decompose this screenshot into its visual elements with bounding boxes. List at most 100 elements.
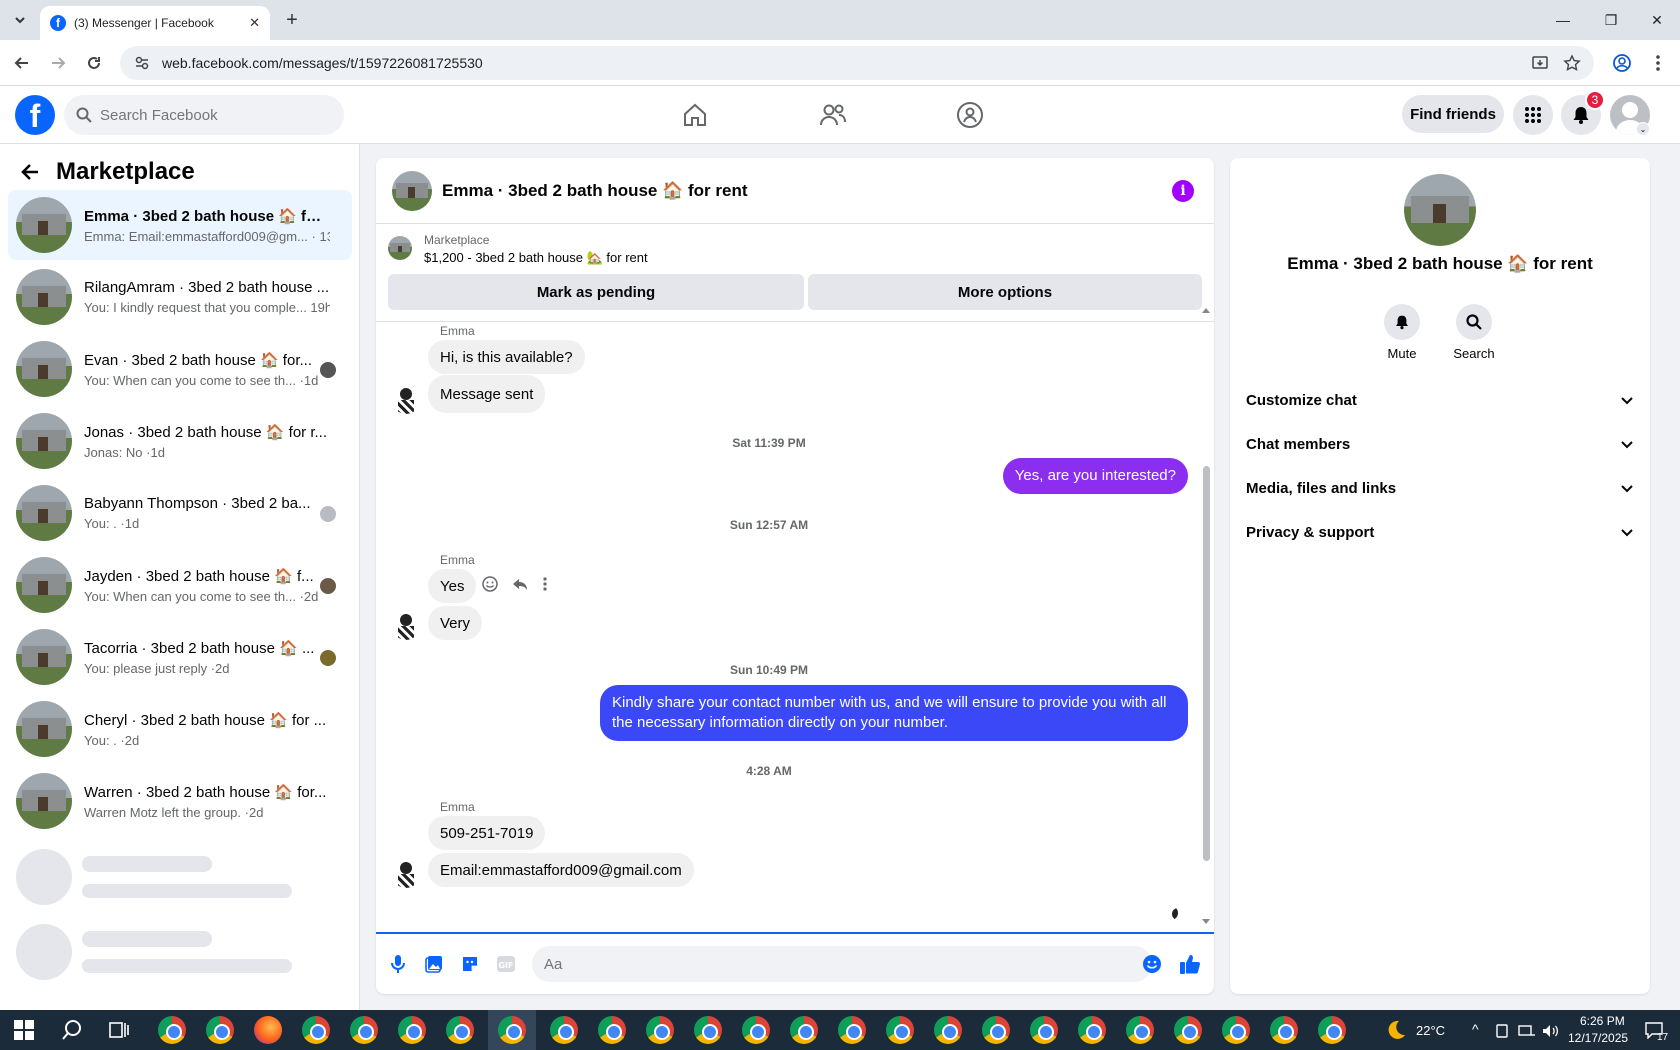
mute-button[interactable]: Mute — [1372, 304, 1432, 361]
chrome-taskbar-icon[interactable] — [1126, 1016, 1154, 1044]
info-icon[interactable]: i — [1172, 180, 1194, 202]
chrome-taskbar-icon[interactable] — [982, 1016, 1010, 1044]
conversation-item[interactable]: RilangAmram · 3bed 2 bath house ... You:… — [8, 262, 352, 332]
message-bubble-incoming[interactable]: Hi, is this available? — [428, 340, 585, 374]
message-bubble-incoming[interactable]: Email:emmastafford009@gmail.com — [428, 853, 694, 887]
search-conversation-button[interactable]: Search — [1444, 304, 1504, 361]
search-input[interactable] — [100, 106, 320, 124]
chrome-taskbar-icon[interactable] — [742, 1016, 770, 1044]
chrome-taskbar-icon[interactable] — [646, 1016, 674, 1044]
conversation-item[interactable]: Babyann Thompson · 3bed 2 ba... You: . ·… — [8, 478, 352, 548]
browser-tab-messenger[interactable]: f (3) Messenger | Facebook ✕ — [40, 6, 270, 40]
browser-menu-icon[interactable] — [1646, 51, 1670, 75]
windows-start-icon[interactable] — [14, 1020, 34, 1040]
conversation-item[interactable]: Emma · 3bed 2 bath house 🏠 for ... Emma:… — [8, 190, 352, 260]
attach-photo-icon[interactable] — [422, 952, 446, 976]
chrome-taskbar-icon[interactable] — [1078, 1016, 1106, 1044]
message-bubble-incoming[interactable]: Message sent — [428, 375, 546, 413]
conversation-item[interactable]: Warren · 3bed 2 bath house 🏠 for... Warr… — [8, 766, 352, 836]
weather-moon-icon[interactable] — [1384, 1018, 1408, 1042]
chat-members-section[interactable]: Chat members — [1246, 424, 1634, 464]
forward-button[interactable] — [46, 51, 70, 75]
chrome-taskbar-icon[interactable] — [790, 1016, 818, 1044]
message-scrollbar[interactable] — [1200, 306, 1212, 926]
chrome-taskbar-icon[interactable] — [1030, 1016, 1058, 1044]
react-emoji-icon[interactable] — [482, 576, 498, 592]
chat-title[interactable]: Emma · 3bed 2 bath house 🏠 for rent — [442, 181, 748, 201]
conversation-item[interactable]: Cheryl · 3bed 2 bath house 🏠 for ... You… — [8, 694, 352, 764]
chrome-taskbar-icon[interactable] — [206, 1016, 234, 1044]
chrome-taskbar-icon[interactable] — [934, 1016, 962, 1044]
chat-avatar[interactable] — [392, 170, 432, 211]
message-bubble-incoming[interactable]: Very — [428, 606, 483, 640]
install-app-icon[interactable] — [1528, 51, 1552, 75]
volume-icon[interactable] — [1542, 1024, 1560, 1038]
reload-button[interactable] — [82, 51, 106, 75]
site-info-icon[interactable] — [134, 55, 150, 71]
menu-button[interactable] — [1513, 95, 1553, 135]
more-vertical-icon[interactable] — [542, 576, 548, 592]
chrome-taskbar-icon[interactable] — [838, 1016, 866, 1044]
close-window-button[interactable]: ✕ — [1634, 0, 1680, 40]
chrome-taskbar-icon[interactable] — [350, 1016, 378, 1044]
chrome-taskbar-icon[interactable] — [446, 1016, 474, 1044]
facebook-search[interactable] — [64, 95, 344, 135]
groups-nav[interactable] — [950, 95, 990, 135]
friends-nav[interactable] — [813, 95, 853, 135]
message-bubble-outgoing[interactable]: Kindly share your contact number with us… — [600, 685, 1188, 741]
more-options-button[interactable]: More options — [808, 274, 1202, 310]
message-bubble-outgoing[interactable]: Yes, are you interested? — [1002, 458, 1188, 494]
task-view-icon[interactable] — [108, 1019, 130, 1041]
clock-time[interactable]: 6:26 PM — [1580, 1014, 1625, 1028]
chrome-taskbar-icon[interactable] — [1270, 1016, 1298, 1044]
new-tab-button[interactable]: + — [280, 8, 304, 32]
privacy-support-section[interactable]: Privacy & support — [1246, 512, 1634, 552]
chrome-taskbar-icon[interactable] — [158, 1016, 186, 1044]
chevron-down-icon[interactable]: ⌄ — [1636, 122, 1650, 136]
firefox-taskbar-icon[interactable] — [254, 1016, 282, 1044]
customize-chat-section[interactable]: Customize chat — [1246, 380, 1634, 420]
chrome-taskbar-icon[interactable] — [302, 1016, 330, 1044]
scrollbar-thumb[interactable] — [1203, 466, 1210, 861]
thumbs-up-icon[interactable] — [1178, 952, 1202, 976]
reply-icon[interactable] — [512, 576, 528, 592]
taskbar-search-icon[interactable] — [61, 1019, 83, 1041]
message-input[interactable] — [544, 955, 1064, 973]
message-input-box[interactable] — [532, 946, 1152, 982]
voice-clip-icon[interactable] — [386, 952, 410, 976]
minimize-button[interactable]: — — [1540, 0, 1586, 40]
media-files-links-section[interactable]: Media, files and links — [1246, 468, 1634, 508]
sticker-icon[interactable] — [458, 952, 482, 976]
device-icon[interactable] — [1494, 1024, 1510, 1038]
conversation-item[interactable]: Tacorria · 3bed 2 bath house 🏠 ... You: … — [8, 622, 352, 692]
listing-title[interactable]: $1,200 - 3bed 2 bath house 🏡 for rent — [424, 250, 648, 266]
find-friends-button[interactable]: Find friends — [1402, 95, 1504, 133]
chrome-taskbar-icon[interactable] — [598, 1016, 626, 1044]
conversation-item[interactable]: Jayden · 3bed 2 bath house 🏠 f... You: W… — [8, 550, 352, 620]
conversation-item[interactable]: Evan · 3bed 2 bath house 🏠 for... You: W… — [8, 334, 352, 404]
profile-icon[interactable] — [1610, 51, 1634, 75]
back-arrow-icon[interactable] — [20, 162, 40, 182]
bookmark-star-icon[interactable] — [1560, 51, 1584, 75]
chrome-taskbar-icon[interactable] — [498, 1016, 526, 1044]
facebook-logo[interactable]: f — [15, 95, 55, 135]
restore-button[interactable]: ❐ — [1588, 0, 1634, 40]
gif-icon[interactable]: GIF — [494, 952, 518, 976]
close-tab-icon[interactable]: ✕ — [249, 15, 260, 31]
chrome-taskbar-icon[interactable] — [886, 1016, 914, 1044]
network-icon[interactable] — [1518, 1024, 1536, 1038]
address-bar[interactable]: web.facebook.com/messages/t/159722608172… — [120, 46, 1594, 80]
message-bubble-incoming[interactable]: Yes — [428, 569, 477, 603]
chrome-taskbar-icon[interactable] — [398, 1016, 426, 1044]
back-button[interactable] — [10, 51, 34, 75]
chrome-taskbar-icon[interactable] — [550, 1016, 578, 1044]
message-bubble-incoming[interactable]: 509-251-7019 — [428, 816, 546, 850]
scroll-down-arrow-icon[interactable] — [1201, 918, 1211, 926]
scroll-up-arrow-icon[interactable] — [1201, 306, 1211, 314]
home-nav[interactable] — [675, 95, 715, 135]
tab-list-button[interactable] — [8, 8, 32, 32]
chrome-taskbar-icon[interactable] — [1222, 1016, 1250, 1044]
emoji-icon[interactable] — [1140, 952, 1164, 976]
chrome-taskbar-icon[interactable] — [694, 1016, 722, 1044]
show-hidden-icons[interactable]: ^ — [1472, 1021, 1479, 1037]
